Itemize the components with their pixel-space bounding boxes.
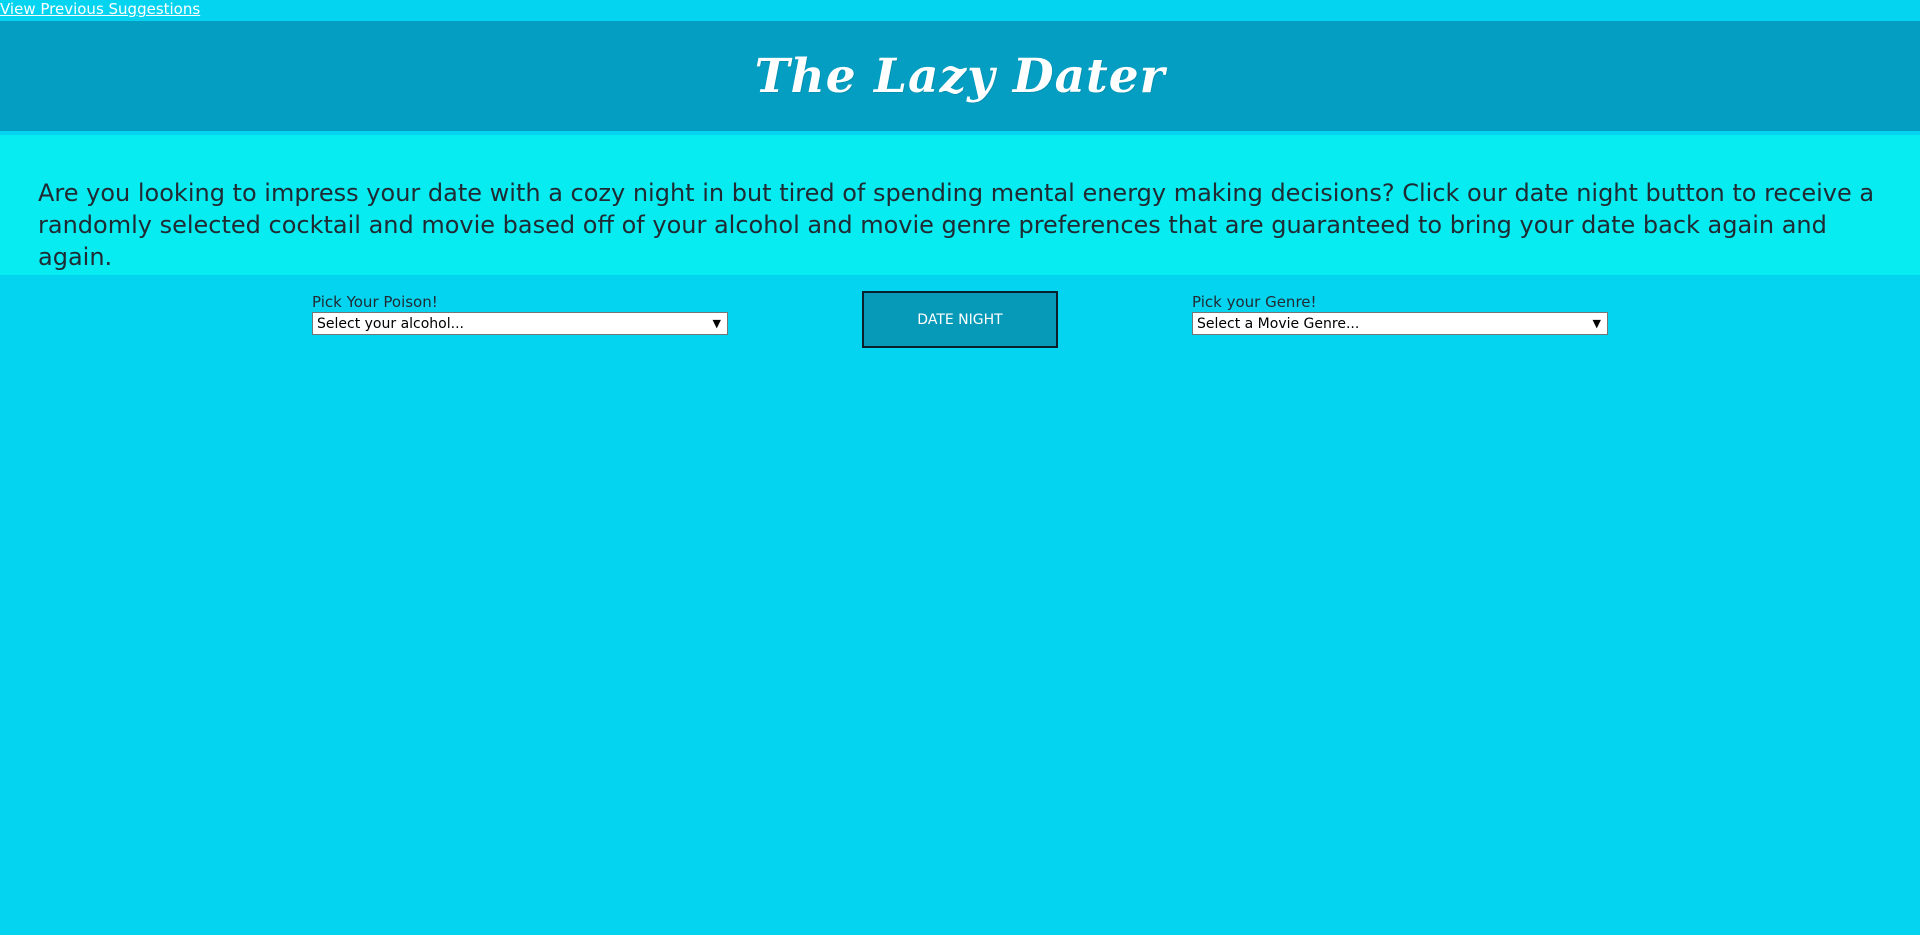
date-night-button[interactable]: DATE NIGHT bbox=[862, 291, 1058, 348]
genre-select-value: Select a Movie Genre... bbox=[1197, 315, 1360, 332]
controls-section: Pick Your Poison! Select your alcohol...… bbox=[0, 275, 1920, 395]
date-night-button-label: DATE NIGHT bbox=[917, 311, 1003, 328]
top-link-bar: View Previous Suggestions bbox=[0, 0, 1920, 21]
view-previous-suggestions-link[interactable]: View Previous Suggestions bbox=[0, 0, 200, 19]
site-title: The Lazy Dater bbox=[754, 48, 1166, 104]
intro-text: Are you looking to impress your date wit… bbox=[38, 179, 1875, 271]
genre-select[interactable]: Select a Movie Genre... ▼ bbox=[1192, 312, 1608, 335]
genre-field: Pick your Genre! Select a Movie Genre...… bbox=[1192, 293, 1608, 335]
alcohol-field: Pick Your Poison! Select your alcohol...… bbox=[312, 293, 728, 335]
genre-label: Pick your Genre! bbox=[1192, 293, 1317, 311]
intro-section: Are you looking to impress your date wit… bbox=[0, 135, 1920, 275]
chevron-down-icon: ▼ bbox=[1592, 317, 1601, 330]
alcohol-label: Pick Your Poison! bbox=[312, 293, 438, 311]
site-header: The Lazy Dater bbox=[0, 21, 1920, 131]
chevron-down-icon: ▼ bbox=[712, 317, 721, 330]
alcohol-select-value: Select your alcohol... bbox=[317, 315, 464, 332]
alcohol-select[interactable]: Select your alcohol... ▼ bbox=[312, 312, 728, 335]
